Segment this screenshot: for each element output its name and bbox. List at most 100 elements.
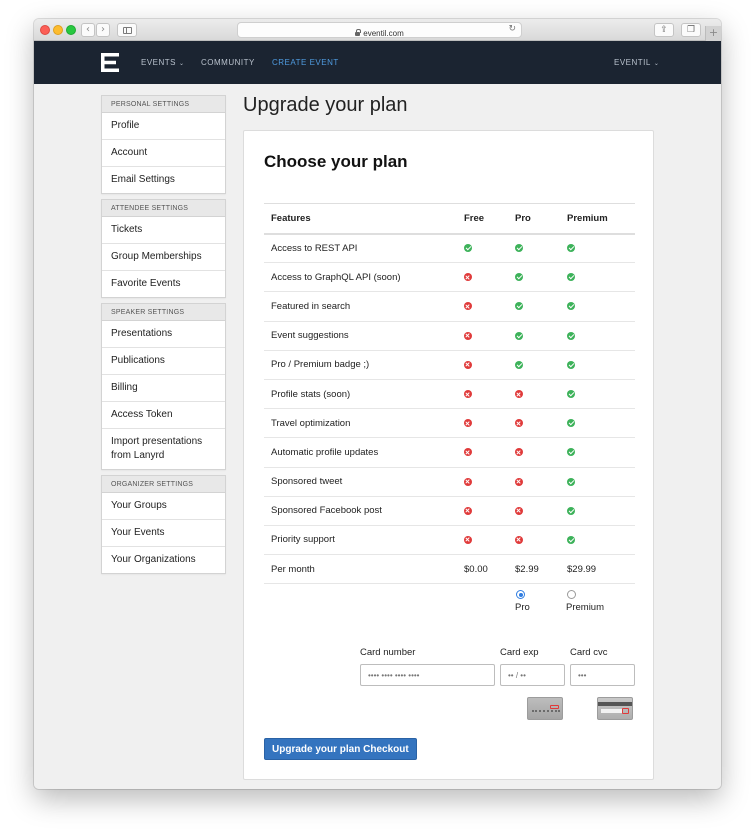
cross-icon	[464, 419, 472, 428]
check-icon	[567, 302, 575, 311]
table-row: Sponsored Facebook post	[264, 496, 635, 526]
feature-name: Access to REST API	[264, 233, 457, 264]
nav-events-link[interactable]: EVENTS ⌄	[141, 41, 185, 84]
plan-card: Choose your plan Features Free Pro Premi…	[243, 130, 654, 780]
feature-name: Event suggestions	[264, 321, 457, 351]
nav-create-event-link[interactable]: CREATE EVENT	[272, 41, 339, 84]
plan-table-body: Access to REST API Access to GraphQL API …	[264, 233, 635, 585]
speaker-settings-group: SPEAKER SETTINGS Presentations Publicati…	[101, 303, 226, 470]
feature-name: Sponsored tweet	[264, 467, 457, 497]
group-header: PERSONAL SETTINGS	[102, 96, 225, 113]
chevron-down-icon: ⌄	[179, 60, 185, 67]
maximize-window-button[interactable]	[66, 25, 76, 35]
sidebar-item-group-memberships[interactable]: Group Memberships	[102, 244, 225, 271]
sidebar-item-access-token[interactable]: Access Token	[102, 402, 225, 429]
pro-availability	[508, 467, 560, 497]
sidebar-item-import-lanyrd[interactable]: Import presentations from Lanyrd	[102, 429, 225, 469]
table-row: Featured in search	[264, 291, 635, 322]
plan-comparison-table: Features Free Pro Premium Access to REST…	[264, 203, 635, 585]
free-availability	[457, 408, 508, 439]
premium-radio-label: Premium	[566, 602, 605, 613]
back-button[interactable]: ‹	[81, 23, 95, 37]
check-icon	[567, 419, 575, 428]
card-title: Choose your plan	[264, 152, 408, 171]
close-window-button[interactable]	[40, 25, 50, 35]
cross-icon	[515, 448, 523, 457]
card-exp-input[interactable]	[500, 664, 565, 686]
share-button[interactable]: ⇪	[654, 23, 674, 37]
check-icon	[515, 360, 523, 369]
sidebar-item-tickets[interactable]: Tickets	[102, 217, 225, 244]
premium-availability	[560, 467, 635, 497]
sidebar-item-profile[interactable]: Profile	[102, 113, 225, 140]
pro-availability	[508, 379, 560, 410]
chevron-down-icon: ⌄	[653, 60, 660, 67]
check-icon	[567, 506, 575, 515]
reload-icon[interactable]: ↻	[508, 24, 516, 34]
feature-name: Travel optimization	[264, 408, 457, 439]
premium-radio[interactable]	[567, 590, 576, 599]
table-row: Priority support	[264, 525, 635, 556]
check-icon	[567, 390, 575, 399]
nav-events-label: EVENTS	[141, 58, 177, 67]
check-icon	[567, 244, 575, 253]
column-header: Premium	[560, 203, 635, 235]
cross-icon	[515, 390, 523, 399]
minimize-window-button[interactable]	[53, 25, 63, 35]
free-availability	[457, 437, 508, 468]
pro-availability	[508, 291, 560, 322]
premium-price: $29.99	[560, 554, 635, 585]
feature-name: Access to GraphQL API (soon)	[264, 262, 457, 293]
premium-availability	[560, 437, 635, 468]
forward-button[interactable]: ›	[96, 23, 110, 37]
group-header: ATTENDEE SETTINGS	[102, 200, 225, 217]
sidebar-item-email-settings[interactable]: Email Settings	[102, 167, 225, 193]
plan-option-premium[interactable]: Premium	[566, 590, 604, 613]
check-icon	[515, 244, 523, 253]
sidebar-item-presentations[interactable]: Presentations	[102, 321, 225, 348]
pro-radio[interactable]	[516, 590, 525, 599]
check-icon	[464, 244, 472, 253]
sidebar-toggle-button[interactable]	[117, 23, 137, 37]
sidebar-item-your-organizations[interactable]: Your Organizations	[102, 547, 225, 573]
free-availability	[457, 467, 508, 497]
card-number-input[interactable]	[360, 664, 495, 686]
address-bar[interactable]: eventil.com ↻	[237, 22, 522, 38]
pro-radio-label: Pro	[515, 602, 530, 613]
premium-availability	[560, 233, 635, 264]
sidebar-item-publications[interactable]: Publications	[102, 348, 225, 375]
cross-icon	[464, 331, 472, 340]
check-icon	[567, 477, 575, 486]
eventil-logo-icon[interactable]	[100, 52, 120, 73]
free-availability	[457, 496, 508, 526]
pro-price: $2.99	[508, 554, 560, 585]
user-menu-label: EVENTIL	[614, 58, 651, 67]
table-row: Access to GraphQL API (soon)	[264, 262, 635, 293]
show-tabs-button[interactable]: ❐	[681, 23, 701, 37]
new-tab-button[interactable]: +	[705, 26, 721, 41]
premium-availability	[560, 379, 635, 410]
sidebar-item-account[interactable]: Account	[102, 140, 225, 167]
checkout-button[interactable]: Upgrade your plan Checkout	[264, 738, 417, 760]
table-row: Sponsored tweet	[264, 467, 635, 497]
cross-icon	[464, 448, 472, 457]
credit-card-back-icon	[597, 697, 633, 720]
premium-availability	[560, 321, 635, 351]
user-menu[interactable]: EVENTIL ⌄	[614, 41, 659, 84]
column-header: Features	[264, 203, 457, 235]
sidebar-item-billing[interactable]: Billing	[102, 375, 225, 402]
free-availability	[457, 525, 508, 556]
cross-icon	[464, 390, 472, 399]
free-availability	[457, 291, 508, 322]
sidebar-item-favorite-events[interactable]: Favorite Events	[102, 271, 225, 297]
free-availability	[457, 321, 508, 351]
free-availability	[457, 233, 508, 264]
premium-availability	[560, 525, 635, 556]
sidebar-item-your-groups[interactable]: Your Groups	[102, 493, 225, 520]
card-cvc-input[interactable]	[570, 664, 635, 686]
check-icon	[567, 448, 575, 457]
plan-option-pro[interactable]: Pro	[515, 590, 530, 613]
nav-community-link[interactable]: COMMUNITY	[201, 41, 255, 84]
sidebar-item-your-events[interactable]: Your Events	[102, 520, 225, 547]
browser-toolbar: ‹ › eventil.com ↻ ⇪ ❐ +	[34, 19, 721, 41]
